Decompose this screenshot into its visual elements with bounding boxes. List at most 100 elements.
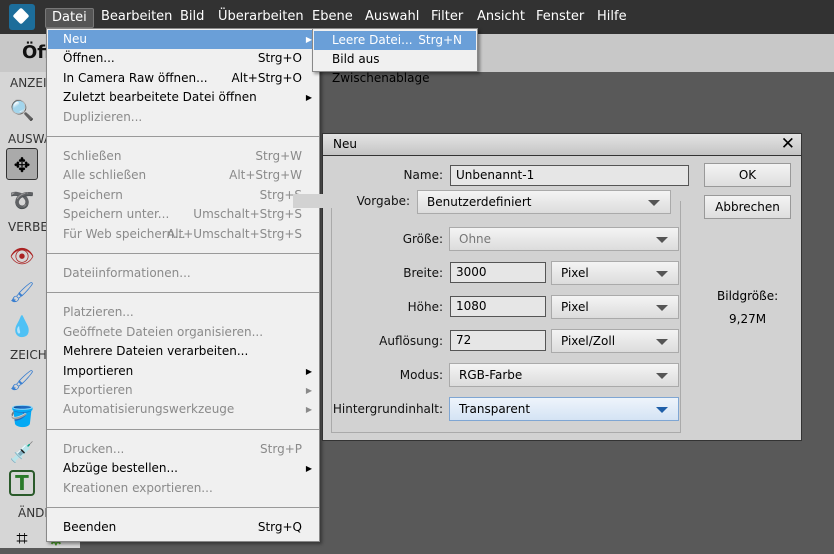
menu-item[interactable]: Schließen Strg+W: [48, 147, 318, 166]
menu-item-label: Mehrere Dateien verarbeiten...: [63, 344, 249, 359]
menu-bild[interactable]: Bild: [180, 9, 204, 24]
menu-item[interactable]: Neu ▶: [48, 30, 318, 49]
submenu-arrow-icon: ▶: [305, 405, 312, 415]
menu-separator: [47, 507, 319, 508]
zoom-tool-icon[interactable]: 🔍: [6, 94, 38, 126]
chevron-down-icon: [656, 305, 668, 311]
ok-button[interactable]: OK: [704, 163, 791, 187]
resolution-label: Auflösung:: [379, 334, 443, 348]
menu-item-shortcut: Alt+Strg+O: [231, 70, 302, 85]
height-label: Höhe:: [407, 300, 443, 314]
menu-item-label: In Camera Raw öffnen...: [63, 70, 208, 85]
submenu-item-label: Bild aus Zwischenablage: [332, 52, 430, 85]
menu-item[interactable]: Importieren ▶: [48, 362, 318, 381]
menu-item-shortcut: Umschalt+Strg+S: [193, 207, 302, 222]
resolution-unit-select[interactable]: Pixel/Zoll: [551, 329, 679, 353]
width-unit-select[interactable]: Pixel: [551, 261, 679, 285]
eyedropper-tool-icon[interactable]: 💉: [6, 436, 38, 468]
height-unit-select[interactable]: Pixel: [551, 295, 679, 319]
dialog-title-bar[interactable]: Neu ✕: [323, 134, 801, 156]
menu-filter[interactable]: Filter: [431, 9, 463, 24]
preset-value: Benutzerdefiniert: [427, 195, 532, 209]
menu-item[interactable]: Geöffnete Dateien organisieren...: [48, 323, 318, 342]
menu-item-label: Abzüge bestellen...: [63, 461, 178, 476]
menu-separator: [47, 292, 319, 294]
menu-item-shortcut: Strg+W: [255, 149, 302, 163]
height-input[interactable]: 1080: [450, 296, 546, 317]
menu-item[interactable]: In Camera Raw öffnen... Alt+Strg+O: [48, 69, 318, 88]
resolution-input[interactable]: 72: [450, 330, 546, 351]
menu-item[interactable]: Mehrere Dateien verarbeiten...: [48, 342, 318, 361]
background-label: Hintergrundinhalt:: [332, 402, 443, 416]
chevron-down-icon: [656, 373, 668, 379]
cancel-button[interactable]: Abbrechen: [704, 195, 791, 219]
menu-item-label: Dateiinformationen...: [63, 266, 191, 280]
menu-item[interactable]: Beenden Strg+Q: [48, 518, 318, 537]
menu-item[interactable]: Öffnen... Strg+O: [48, 49, 318, 68]
size-select[interactable]: Ohne: [449, 227, 679, 251]
section-enhance: VERBE: [8, 220, 48, 234]
menu-item-label: Automatisierungswerkzeuge: [63, 402, 235, 417]
height-unit-value: Pixel: [561, 300, 589, 314]
submenu-item[interactable]: Bild aus Zwischenablage: [314, 50, 476, 85]
close-icon[interactable]: ✕: [781, 134, 795, 154]
menu-item-shortcut: Alt+Umschalt+Strg+S: [166, 226, 302, 241]
menu-item[interactable]: Duplizieren...: [48, 108, 318, 127]
menu-item[interactable]: Kreationen exportieren...: [48, 479, 318, 498]
menu-datei[interactable]: Datei: [45, 8, 94, 28]
submenu-item[interactable]: Leere Datei... Strg+N: [314, 31, 476, 50]
move-tool-icon[interactable]: ✥: [6, 148, 38, 180]
menu-item[interactable]: Dateiinformationen...: [48, 264, 318, 283]
menu-separator: [47, 253, 319, 254]
menu-ansicht[interactable]: Ansicht: [477, 9, 525, 24]
name-input[interactable]: Unbenannt-1: [450, 165, 689, 186]
blur-drop-tool-icon[interactable]: 💧: [6, 310, 38, 342]
text-tool-icon[interactable]: T: [9, 470, 35, 496]
menu-item[interactable]: Für Web speichern... Alt+Umschalt+Strg+S: [48, 225, 318, 244]
menu-hilfe[interactable]: Hilfe: [597, 9, 627, 24]
menu-item-label: Duplizieren...: [63, 109, 143, 124]
menu-item-label: Speichern: [63, 187, 123, 202]
menu-item[interactable]: Speichern Strg+S: [48, 186, 318, 205]
menu-separator: [47, 136, 319, 137]
mode-label: Modus:: [399, 368, 443, 382]
preset-select[interactable]: Benutzerdefiniert: [417, 190, 671, 214]
chevron-down-icon: [656, 271, 668, 277]
lasso-tool-icon[interactable]: ➰: [6, 184, 38, 216]
menu-item-label: Importieren: [63, 363, 134, 378]
menu-item[interactable]: Alle schließen Alt+Strg+W: [48, 166, 318, 185]
submenu-arrow-icon: ▶: [305, 386, 312, 395]
brush-fix-tool-icon[interactable]: 🖌: [6, 276, 38, 308]
menu-item[interactable]: Drucken... Strg+P: [48, 440, 318, 459]
brush-tool-icon[interactable]: 🖌: [6, 364, 38, 396]
mode-select[interactable]: RGB-Farbe: [449, 363, 679, 387]
menu-item-label: Schließen: [63, 149, 122, 163]
menu-item[interactable]: Exportieren ▶: [48, 381, 318, 400]
menu-item-label: Exportieren: [63, 383, 133, 397]
menu-item-label: Platzieren...: [63, 305, 134, 320]
menu-item[interactable]: Zuletzt bearbeitete Datei öffnen ▶: [48, 88, 318, 107]
menu-item[interactable]: Speichern unter... Umschalt+Strg+S: [48, 205, 318, 224]
menu-item-shortcut: Alt+Strg+W: [229, 168, 302, 183]
menu-fenster[interactable]: Fenster: [536, 9, 584, 24]
menu-ebene[interactable]: Ebene: [312, 9, 353, 24]
width-label: Breite:: [403, 266, 443, 280]
paint-bucket-tool-icon[interactable]: 🪣: [6, 400, 38, 432]
section-draw: ZEICH: [10, 348, 47, 362]
menu-überarbeiten[interactable]: Überarbeiten: [218, 9, 304, 24]
crop-tool-icon[interactable]: ⌗: [6, 522, 38, 554]
red-eye-tool-icon[interactable]: 👁: [6, 240, 38, 272]
background-select[interactable]: Transparent: [449, 397, 679, 421]
menu-item[interactable]: Platzieren...: [48, 303, 318, 322]
new-submenu: Leere Datei... Strg+N Bild aus Zwischenabl…: [312, 28, 478, 85]
menu-item[interactable]: Automatisierungswerkzeuge ▶: [48, 400, 318, 419]
menu-auswahl[interactable]: Auswahl: [365, 9, 419, 24]
image-size-label: Bildgröße:: [717, 289, 779, 303]
menu-item-label: Beenden: [63, 520, 117, 534]
menu-item-shortcut: Strg+P: [260, 441, 302, 456]
file-menu: Neu ▶ Öffnen... Strg+O In Camera Raw öffnen.…: [46, 28, 320, 542]
width-input[interactable]: 3000: [450, 262, 546, 283]
menu-item[interactable]: Abzüge bestellen... ▶: [48, 459, 318, 478]
menu-bearbeiten[interactable]: Bearbeiten: [101, 9, 172, 24]
chevron-down-icon: [656, 407, 668, 413]
